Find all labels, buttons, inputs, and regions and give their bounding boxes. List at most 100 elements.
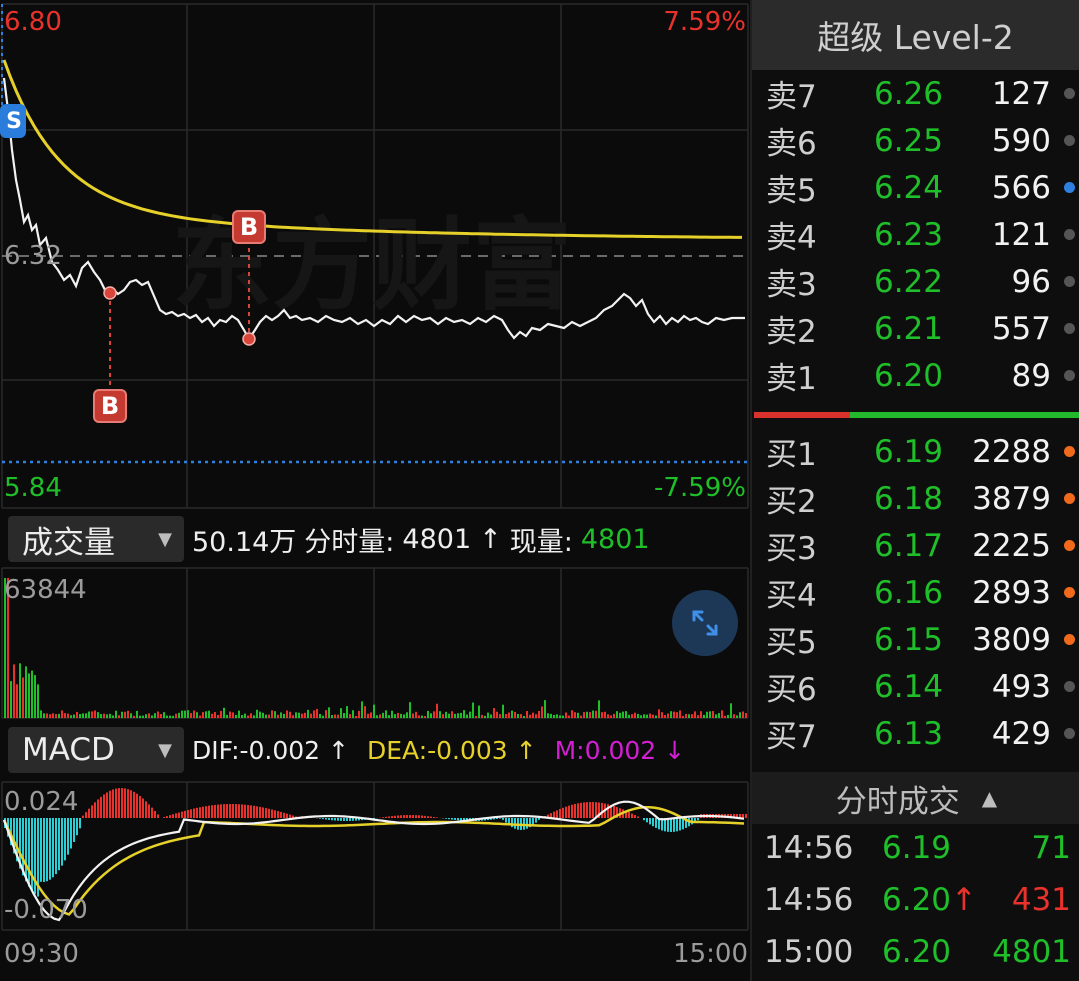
macd-chart[interactable]: [0, 780, 750, 935]
volume-bar: [235, 714, 237, 718]
sell-marker-badge[interactable]: S: [0, 104, 26, 138]
ask-row[interactable]: 卖2 6.21 557: [752, 305, 1079, 352]
bid-row[interactable]: 买6 6.14 493: [752, 663, 1079, 710]
ask-level-label: 卖6: [766, 126, 817, 162]
order-dot-icon: [1064, 276, 1075, 287]
volume-bar: [358, 710, 360, 718]
volume-bar: [382, 712, 384, 718]
bid-row[interactable]: 买2 6.18 3879: [752, 475, 1079, 522]
volume-bar: [595, 710, 597, 718]
volume-bar: [43, 713, 45, 718]
tick-price: 6.19: [882, 830, 952, 866]
macd-bar: [577, 803, 579, 818]
volume-bar: [685, 713, 687, 718]
ticks-header[interactable]: 分时成交 ▲: [752, 772, 1079, 824]
buy-marker-badge[interactable]: B: [232, 210, 266, 244]
level2-title[interactable]: 超级 Level-2: [752, 0, 1079, 70]
volume-bar: [337, 714, 339, 718]
volume-bar: [466, 714, 468, 718]
macd-bar: [571, 804, 573, 818]
ask-level-label: 卖7: [766, 79, 817, 115]
macd-bar: [49, 818, 51, 880]
bid-level-label: 买4: [766, 578, 817, 614]
volume-bar: [139, 715, 141, 718]
current-volume-label: 现量:: [509, 526, 573, 558]
order-dot-icon: [1064, 634, 1075, 645]
bid-row[interactable]: 买5 6.15 3809: [752, 616, 1079, 663]
macd-bar: [652, 818, 654, 827]
buy-marker-badge[interactable]: B: [93, 389, 127, 423]
volume-bar: [508, 712, 510, 718]
volume-header: 成交量 ▼ 50.14万 分时量: 4801 ↑ 现量: 4801: [0, 515, 750, 563]
ask-row[interactable]: 卖1 6.20 89: [752, 352, 1079, 399]
indicator-selector-volume[interactable]: 成交量 ▼: [8, 516, 184, 562]
macd-bar: [415, 815, 417, 818]
volume-bar: [463, 710, 465, 718]
volume-bar: [493, 708, 495, 718]
macd-bar: [337, 818, 339, 821]
bid-row[interactable]: 买7 6.13 429: [752, 710, 1079, 757]
macd-bar: [205, 806, 207, 818]
macd-bar: [157, 814, 159, 818]
macd-bar: [58, 818, 60, 871]
ask-row[interactable]: 卖7 6.26 127: [752, 70, 1079, 117]
volume-bar: [421, 715, 423, 718]
volume-bar: [115, 710, 117, 718]
volume-bar: [589, 712, 591, 718]
macd-bar: [568, 805, 570, 818]
caret-up-icon: ▲: [981, 786, 998, 810]
volume-chart[interactable]: [0, 566, 750, 722]
volume-bar: [130, 713, 132, 718]
macd-bar: [172, 814, 174, 818]
bid-ask-ratio-bar: [754, 412, 1079, 418]
bid-price: 6.18: [873, 480, 943, 517]
ask-quantity: 89: [1011, 357, 1051, 394]
macd-bar: [634, 815, 636, 818]
volume-bar: [61, 710, 63, 718]
volume-bar: [481, 714, 483, 718]
bid-quantity: 2288: [972, 433, 1051, 470]
macd-bar: [232, 804, 234, 818]
macd-bar: [433, 816, 435, 818]
macd-bar: [277, 811, 279, 818]
ticks-title: 分时成交: [835, 783, 960, 820]
volume-bar: [151, 715, 153, 718]
volume-bar: [673, 711, 675, 718]
volume-bar: [490, 714, 492, 718]
bid-row[interactable]: 买4 6.16 2893: [752, 569, 1079, 616]
ask-row[interactable]: 卖4 6.23 121: [752, 211, 1079, 258]
macd-bar: [76, 818, 78, 836]
volume-bar: [667, 713, 669, 718]
bid-row[interactable]: 买1 6.19 2288: [752, 428, 1079, 475]
volume-bar: [67, 713, 69, 718]
volume-bar: [295, 712, 297, 718]
tick-volume: 71: [1031, 830, 1071, 866]
macd-bar: [151, 807, 153, 818]
macd-bar: [268, 808, 270, 818]
volume-bar: [262, 712, 264, 718]
volume-bar: [160, 713, 162, 718]
macd-bar: [526, 818, 528, 829]
macd-bar: [574, 803, 576, 818]
indicator-selector-macd[interactable]: MACD ▼: [8, 727, 184, 773]
bid-level-label: 买3: [766, 531, 817, 567]
macd-bar: [163, 817, 165, 818]
tick-time: 14:56: [764, 882, 854, 918]
volume-bar: [274, 711, 276, 718]
macd-bar: [115, 788, 117, 818]
ask-row[interactable]: 卖3 6.22 96: [752, 258, 1079, 305]
volume-bar: [202, 712, 204, 718]
order-book-panel: 超级 Level-2 卖7 6.26 127 卖6 6.25 590 卖5 6.24 566 卖4…: [750, 0, 1079, 981]
dropdown-caret-icon: ▼: [158, 528, 172, 550]
macd-bar: [553, 811, 555, 818]
bid-row[interactable]: 买3 6.17 2225: [752, 522, 1079, 569]
bid-price: 6.16: [873, 574, 943, 611]
expand-chart-button[interactable]: [672, 590, 738, 656]
price-chart[interactable]: 东方财富: [0, 0, 750, 512]
macd-bar: [394, 815, 396, 818]
macd-bar: [445, 818, 447, 819]
macd-bar: [73, 818, 75, 842]
ask-row[interactable]: 卖6 6.25 590: [752, 117, 1079, 164]
volume-bar: [637, 713, 639, 718]
ask-row[interactable]: 卖5 6.24 566: [752, 164, 1079, 211]
